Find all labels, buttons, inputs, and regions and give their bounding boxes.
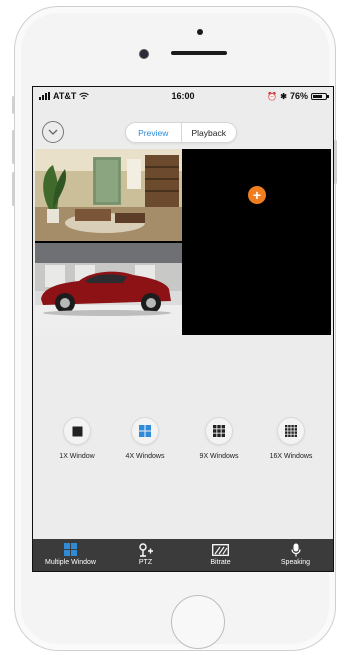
tab-label-multiple-window: Multiple Window	[45, 559, 96, 566]
window-mode-selector: 1X Window 4X Windows 9X Windows 16X Wind…	[33, 417, 333, 467]
mode-16x-windows[interactable]: 16X Windows	[261, 417, 321, 460]
mode-button-9x[interactable]	[205, 417, 233, 445]
tab-bitrate[interactable]: Bitrate	[183, 542, 258, 566]
mute-switch	[12, 96, 15, 114]
video-cell-empty-1[interactable]: +	[184, 149, 331, 241]
ptz-icon	[138, 542, 153, 557]
tab-label-speaking: Speaking	[280, 559, 311, 566]
sixteen-window-icon	[285, 425, 297, 437]
collapse-button[interactable]	[42, 121, 64, 143]
mode-4x-windows[interactable]: 4X Windows	[115, 417, 175, 460]
top-bar: Preview Playback	[33, 109, 333, 149]
preview-playback-toggle: Preview Playback	[125, 122, 237, 143]
mode-label-9x: 9X Windows	[199, 453, 239, 460]
mode-button-1x[interactable]	[63, 417, 91, 445]
status-bar: AT&T 16:00 ⏰ ✱ 76%	[33, 87, 333, 105]
mode-9x-windows[interactable]: 9X Windows	[189, 417, 249, 460]
bitrate-icon	[212, 543, 229, 556]
tab-playback[interactable]: Playback	[182, 123, 237, 142]
video-grid: +	[35, 149, 331, 335]
living-room-feed-image	[35, 149, 182, 241]
alarm-icon: ⏰	[267, 91, 278, 101]
tab-ptz[interactable]: PTZ	[108, 542, 183, 566]
tab-preview[interactable]: Preview	[126, 123, 182, 142]
tab-label-ptz: PTZ	[138, 559, 153, 566]
video-cell-empty-2[interactable]	[184, 243, 331, 335]
mode-button-16x[interactable]	[277, 417, 305, 445]
mode-label-4x: 4X Windows	[125, 453, 165, 460]
tab-label-bitrate: Bitrate	[210, 559, 231, 566]
battery-icon	[311, 92, 329, 100]
bottom-tab-bar: Multiple Window PTZ Bitrate Speaking	[33, 539, 333, 571]
home-button[interactable]	[171, 595, 225, 649]
video-cell-garage[interactable]	[35, 243, 182, 335]
tab-speaking[interactable]: Speaking	[258, 542, 333, 566]
mode-label-16x: 16X Windows	[269, 453, 313, 460]
app-screen: AT&T 16:00 ⏰ ✱ 76% Preview Playback + 1X…	[32, 86, 334, 572]
four-window-icon	[139, 425, 151, 437]
single-window-icon	[72, 426, 82, 436]
chevron-down-icon	[48, 129, 58, 135]
tab-multiple-window[interactable]: Multiple Window	[33, 542, 108, 566]
nine-window-icon	[213, 425, 225, 437]
proximity-sensor	[197, 29, 203, 35]
microphone-icon	[290, 543, 301, 556]
power-button	[334, 140, 337, 184]
earpiece-speaker	[171, 51, 227, 55]
bluetooth-icon: ✱	[280, 91, 287, 101]
front-camera	[139, 49, 149, 59]
mode-label-1x: 1X Window	[59, 453, 95, 460]
mode-1x-window[interactable]: 1X Window	[47, 417, 107, 460]
volume-up-button	[12, 130, 15, 164]
garage-car-feed-image	[35, 243, 182, 335]
battery-percent: 76%	[289, 91, 308, 101]
add-camera-button[interactable]: +	[248, 186, 266, 204]
multiple-window-icon	[64, 543, 77, 556]
volume-down-button	[12, 172, 15, 206]
mode-button-4x[interactable]	[131, 417, 159, 445]
video-cell-living-room[interactable]	[35, 149, 182, 241]
